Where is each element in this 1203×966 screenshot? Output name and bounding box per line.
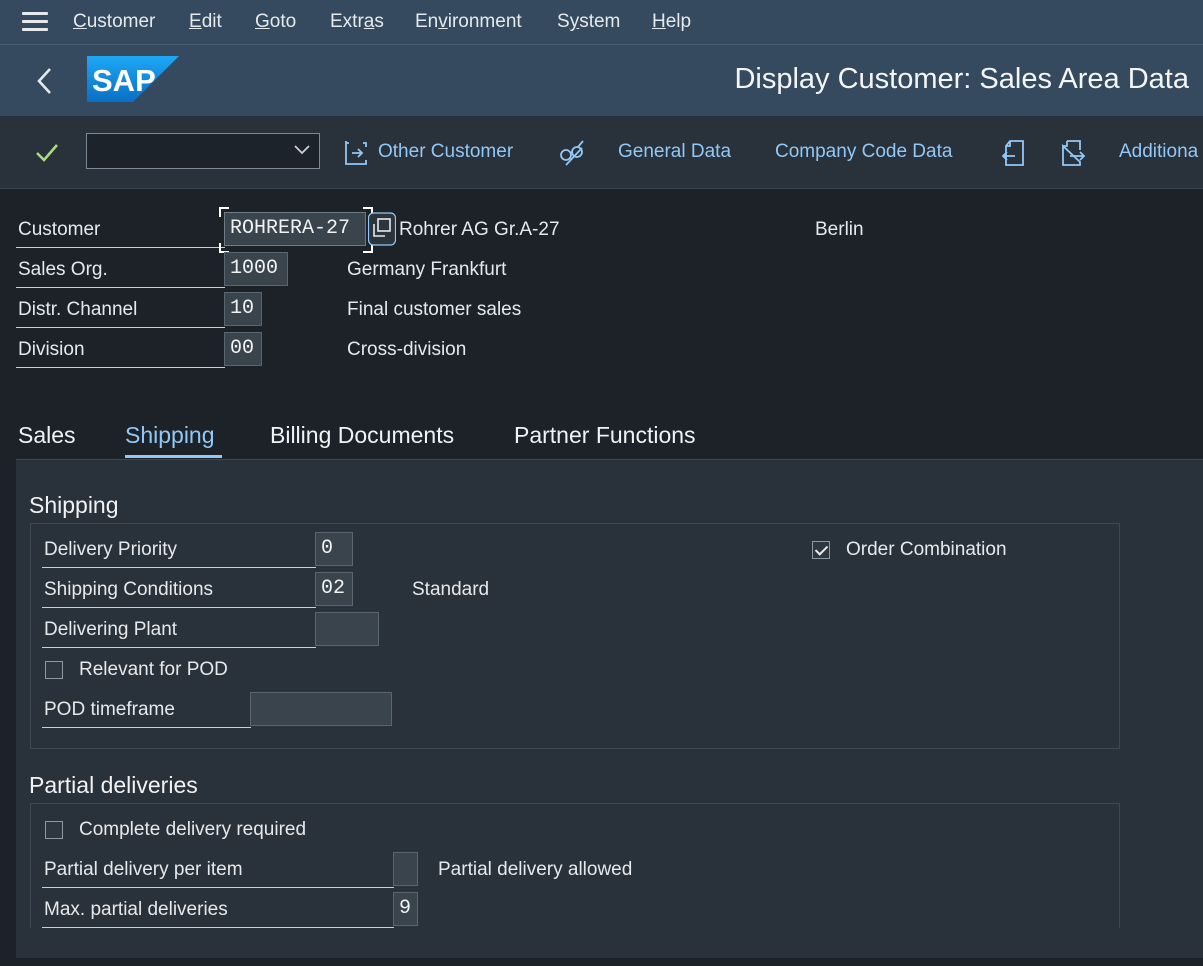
menu-system[interactable]: System bbox=[557, 11, 620, 33]
order-combination-label: Order Combination bbox=[846, 539, 1007, 560]
page-title: Display Customer: Sales Area Data bbox=[734, 63, 1189, 95]
max-partial-deliveries-field[interactable]: 9 bbox=[393, 892, 418, 926]
svg-text:SAP: SAP bbox=[92, 63, 156, 98]
distr-channel-label-underline bbox=[16, 327, 225, 328]
division-label-underline bbox=[16, 367, 225, 368]
tab-shipping[interactable]: Shipping bbox=[125, 422, 215, 449]
command-field[interactable] bbox=[86, 133, 320, 169]
sales-org-field[interactable]: 1000 bbox=[224, 252, 288, 286]
other-customer-button[interactable]: Other Customer bbox=[378, 141, 513, 163]
division-description: Cross-division bbox=[347, 339, 467, 360]
shipping-group-title: Shipping bbox=[29, 492, 119, 518]
partial-deliveries-group-title: Partial deliveries bbox=[29, 772, 198, 798]
sales-org-label-underline bbox=[16, 287, 225, 288]
focus-bracket bbox=[219, 207, 229, 217]
complete-delivery-label: Complete delivery required bbox=[79, 819, 307, 840]
active-tab-indicator bbox=[125, 455, 222, 458]
shipping-conditions-label: Shipping Conditions bbox=[44, 579, 214, 600]
complete-delivery-checkbox[interactable] bbox=[45, 821, 63, 839]
delivering-plant-field[interactable] bbox=[315, 612, 379, 646]
shipping-conditions-description: Standard bbox=[412, 579, 490, 600]
sales-org-description: Germany Frankfurt bbox=[347, 259, 507, 280]
display-change-glasses-icon[interactable] bbox=[558, 138, 586, 168]
partial-per-item-underline bbox=[42, 887, 394, 888]
partial-per-item-label: Partial delivery per item bbox=[44, 859, 243, 880]
tab-billing-documents[interactable]: Billing Documents bbox=[270, 422, 454, 449]
delivering-plant-underline bbox=[42, 647, 316, 648]
customer-label-underline bbox=[16, 247, 225, 248]
menu-help[interactable]: Help bbox=[652, 11, 691, 33]
copy-icon[interactable] bbox=[368, 212, 396, 246]
menu-extras[interactable]: Extras bbox=[330, 11, 384, 33]
tab-partner-functions[interactable]: Partner Functions bbox=[514, 422, 696, 449]
menu-customer[interactable]: Customer bbox=[73, 11, 155, 33]
customer-name: Rohrer AG Gr.A-27 bbox=[399, 219, 560, 240]
sap-logo: SAP bbox=[87, 56, 179, 102]
menu-edit[interactable]: Edit bbox=[189, 11, 222, 33]
general-data-button[interactable]: General Data bbox=[618, 141, 731, 163]
menu-environment[interactable]: Environment bbox=[415, 11, 522, 33]
max-partial-deliveries-label: Max. partial deliveries bbox=[44, 899, 228, 920]
additional-data-button[interactable]: Additiona bbox=[1119, 141, 1198, 163]
customer-field[interactable]: ROHRERA-27 bbox=[224, 212, 366, 246]
shipping-conditions-field[interactable]: 02 bbox=[315, 572, 353, 606]
max-partial-deliveries-underline bbox=[42, 927, 394, 928]
partial-per-item-field[interactable] bbox=[393, 852, 418, 886]
hamburger-menu-icon[interactable] bbox=[22, 12, 48, 32]
other-customer-icon[interactable] bbox=[343, 138, 371, 168]
delivering-plant-label: Delivering Plant bbox=[44, 619, 178, 640]
delivery-priority-underline bbox=[42, 567, 316, 568]
relevant-pod-label: Relevant for POD bbox=[79, 659, 228, 680]
pod-timeframe-label: POD timeframe bbox=[44, 699, 175, 720]
distr-channel-field[interactable]: 10 bbox=[224, 292, 262, 326]
partial-per-item-description: Partial delivery allowed bbox=[438, 859, 633, 880]
relevant-pod-checkbox[interactable] bbox=[45, 661, 63, 679]
document-left-icon[interactable] bbox=[1001, 138, 1029, 168]
back-arrow-icon[interactable] bbox=[32, 64, 58, 98]
pod-timeframe-underline bbox=[42, 727, 251, 728]
delivery-priority-label: Delivery Priority bbox=[44, 539, 178, 560]
tab-sales[interactable]: Sales bbox=[18, 422, 76, 449]
division-field[interactable]: 00 bbox=[224, 332, 262, 366]
chevron-down-icon[interactable] bbox=[293, 143, 311, 157]
shipping-conditions-underline bbox=[42, 607, 316, 608]
division-label: Division bbox=[18, 339, 85, 360]
distr-channel-description: Final customer sales bbox=[347, 299, 522, 320]
customer-label: Customer bbox=[18, 219, 101, 240]
pod-timeframe-field[interactable] bbox=[250, 692, 392, 726]
menu-goto[interactable]: Goto bbox=[255, 11, 296, 33]
document-right-icon[interactable] bbox=[1058, 138, 1086, 168]
distr-channel-label: Distr. Channel bbox=[18, 299, 138, 320]
order-combination-checkbox[interactable] bbox=[812, 541, 830, 559]
delivery-priority-field[interactable]: 0 bbox=[315, 532, 353, 566]
customer-city: Berlin bbox=[815, 219, 864, 240]
enter-check-icon[interactable] bbox=[33, 139, 61, 167]
sales-org-label: Sales Org. bbox=[18, 259, 108, 280]
company-code-data-button[interactable]: Company Code Data bbox=[775, 141, 952, 163]
